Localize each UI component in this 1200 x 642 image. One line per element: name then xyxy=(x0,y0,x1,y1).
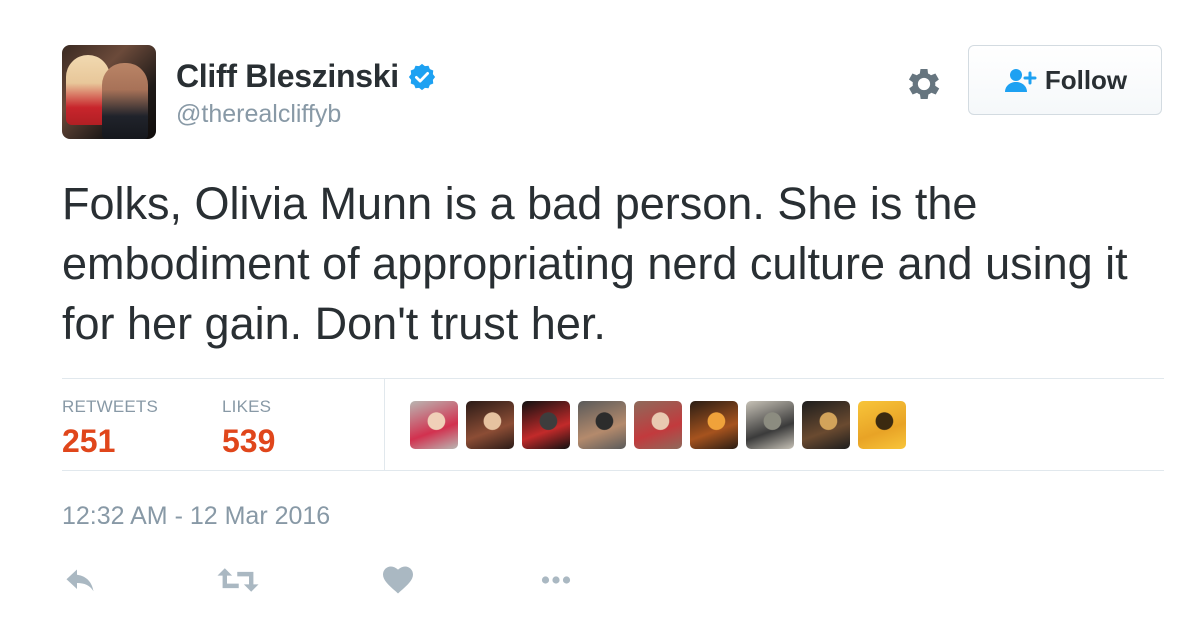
stats-divider-bottom xyxy=(62,470,1164,471)
stats-divider-top xyxy=(62,378,1164,379)
tweet-timestamp[interactable]: 12:32 AM - 12 Mar 2016 xyxy=(62,502,330,531)
liker-avatar-2[interactable] xyxy=(466,401,514,449)
liker-avatar-8[interactable] xyxy=(802,401,850,449)
more-icon[interactable] xyxy=(536,562,576,598)
like-icon[interactable] xyxy=(380,562,416,598)
retweets-label: RETWEETS xyxy=(62,397,159,416)
follow-button[interactable]: Follow xyxy=(968,45,1162,115)
likes-count: 539 xyxy=(222,423,276,459)
retweets-count: 251 xyxy=(62,423,116,459)
avatar-figure-right xyxy=(102,63,148,139)
liker-avatar-9[interactable] xyxy=(858,401,906,449)
add-user-icon xyxy=(1004,69,1037,92)
tweet-text: Folks, Olivia Munn is a bad person. She … xyxy=(62,178,1128,349)
liker-avatar-6[interactable] xyxy=(690,401,738,449)
author-name-row: Cliff Bleszinski xyxy=(176,58,437,95)
likes-stat[interactable]: LIKES 539 xyxy=(222,397,275,460)
verified-badge-icon xyxy=(408,63,435,90)
author-avatar[interactable] xyxy=(62,45,156,139)
reply-icon[interactable] xyxy=(62,562,98,598)
tweet-card: Cliff Bleszinski @therealcliffyb Follow … xyxy=(0,0,1200,642)
author-name[interactable]: Cliff Bleszinski xyxy=(176,58,399,95)
liker-avatar-5[interactable] xyxy=(634,401,682,449)
stats-divider-vertical xyxy=(384,379,385,470)
author-handle[interactable]: @therealcliffyb xyxy=(176,100,341,129)
liker-avatar-1[interactable] xyxy=(410,401,458,449)
likes-label: LIKES xyxy=(222,397,272,416)
liker-avatar-7[interactable] xyxy=(746,401,794,449)
gear-icon[interactable] xyxy=(903,63,945,105)
retweet-icon[interactable] xyxy=(216,562,260,598)
liker-avatar-4[interactable] xyxy=(578,401,626,449)
retweets-stat[interactable]: RETWEETS 251 xyxy=(62,397,158,460)
follow-button-label: Follow xyxy=(1044,64,1128,95)
likers-avatar-list xyxy=(410,401,914,449)
liker-avatar-3[interactable] xyxy=(522,401,570,449)
